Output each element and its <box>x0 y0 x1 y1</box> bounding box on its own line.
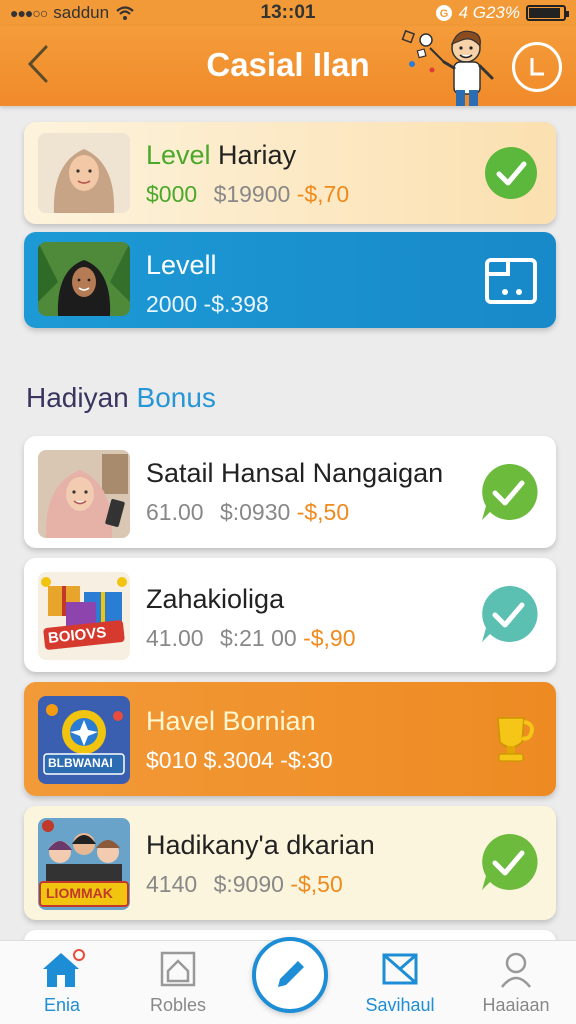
tab-label: Haaiaan <box>482 995 550 1015</box>
content-area: Level Hariay $000 $19900 -$,70 Levell 20… <box>0 106 576 940</box>
clock-icon <box>530 58 544 76</box>
card-title-name: Hariay <box>210 140 297 170</box>
price-c: -$,50 <box>296 499 350 525</box>
check-icon[interactable] <box>484 146 538 200</box>
home-icon <box>43 949 85 987</box>
wallet-icon[interactable] <box>484 254 538 308</box>
tab-icon <box>350 949 450 989</box>
woman-hijab-photo <box>38 133 130 213</box>
tab-icon <box>128 949 228 989</box>
trophy-icon[interactable] <box>484 712 538 766</box>
tab-haaiaan[interactable]: Haaiaan <box>466 949 566 1016</box>
card-prices: 41.00 $:21 00 -$,90 <box>146 625 356 652</box>
check-icon[interactable] <box>478 832 538 892</box>
price-b: $:0930 <box>219 499 291 525</box>
card-text: Havel Bornian $010 $.3004 -$:30 <box>146 706 333 774</box>
reward-badge-image <box>38 696 130 784</box>
price-a: 4140 <box>146 871 198 897</box>
price-a: 41.00 <box>146 625 204 651</box>
card-prices: 4140 $:9090 -$,50 <box>146 871 375 898</box>
section-heading: Hadiyan Bonus <box>26 382 216 414</box>
tab-icon <box>12 949 112 989</box>
bonus-card-2[interactable]: BOIOVS Zahakioliga 41.00 $:21 00 -$,90 <box>24 558 556 672</box>
bonus-card-3[interactable]: BLBWANAI Havel Bornian $010 $.3004 -$:30 <box>24 682 556 796</box>
level-card-1[interactable]: Level Hariay $000 $19900 -$,70 <box>24 122 556 224</box>
tab-label: Savihaul <box>365 995 435 1015</box>
app-header: Casial Ilan <box>0 26 576 106</box>
price-c: -$,70 <box>296 181 350 207</box>
card-text: Hadikany'a dkarian 4140 $:9090 -$,50 <box>146 830 375 898</box>
card-text: Levell 2000 -$.398 <box>146 250 269 318</box>
tab-home[interactable]: Enia <box>12 949 112 1016</box>
price-b: $:21 00 <box>219 625 297 651</box>
check-icon[interactable] <box>478 462 538 522</box>
gift-boxes-image <box>38 572 130 660</box>
tab-savihaul[interactable]: Savihaul <box>350 949 450 1016</box>
mascot-illustration <box>401 29 494 106</box>
edit-fab-button[interactable] <box>252 937 328 1013</box>
battery-icon <box>526 5 569 21</box>
card-title: Hadikany'a dkarian <box>146 830 375 860</box>
woman-phone-photo <box>38 450 130 538</box>
status-right-text: 4 G23% <box>458 3 520 22</box>
card-text: Zahakioliga 41.00 $:21 00 -$,90 <box>146 584 356 652</box>
person-icon <box>501 952 531 988</box>
status-bar: ●●●○○ saddun 13::01 G 4 G23% <box>0 0 576 26</box>
card-thumbnail: BLBWANAI <box>38 696 130 784</box>
battery-level <box>529 8 561 18</box>
status-left: ●●●○○ saddun <box>10 3 210 23</box>
card-prices: 61.00 $:0930 -$,50 <box>146 499 443 526</box>
woman-garden-photo <box>38 242 130 316</box>
card-title: Levell <box>146 250 217 280</box>
price-a: $000 <box>146 181 198 207</box>
card-prices: $010 $.3004 -$:30 <box>146 747 333 773</box>
carrier-label: saddun <box>53 3 110 22</box>
bonus-card-4[interactable]: LIOMMAK Hadikany'a dkarian 4140 $:9090 -… <box>24 806 556 920</box>
tab-robles[interactable]: Robles <box>128 949 228 1016</box>
level-card-2[interactable]: Levell 2000 -$.398 <box>24 232 556 328</box>
price-c: -$,90 <box>303 625 356 651</box>
card-thumbnail: LIOMMAK <box>38 818 130 910</box>
card-thumbnail: BOIOVS <box>38 572 130 660</box>
thumb-label: BLBWANAI <box>48 756 113 770</box>
card-prices: $000 $19900 -$,70 <box>146 181 349 208</box>
tab-icon <box>466 949 566 989</box>
card-title: Zahakioliga <box>146 584 285 614</box>
card-title: Havel Bornian <box>146 706 316 736</box>
card-text: Satail Hansal Nangaigan 61.00 $:0930 -$,… <box>146 458 443 526</box>
price-b: $:9090 <box>213 871 284 897</box>
status-right: G 4 G23% <box>366 3 569 23</box>
price-b: $19900 <box>213 181 291 207</box>
section-heading-a: Hadiyan <box>26 382 129 413</box>
signal-dots-icon: ●●●○○ <box>10 5 48 21</box>
card-thumbnail <box>38 133 130 213</box>
price-a: 61.00 <box>146 499 204 525</box>
card-prices: 2000 -$.398 <box>146 291 269 317</box>
check-icon[interactable] <box>478 584 538 644</box>
card-title: Satail Hansal Nangaigan <box>146 458 444 488</box>
g-logo-icon: G <box>435 5 452 21</box>
svg-text:G: G <box>439 8 448 20</box>
card-title: Level Hariay <box>146 140 349 171</box>
bottom-tab-bar: Enia Robles Savihaul Haaiaan <box>0 937 576 1024</box>
price-c: -$,50 <box>290 871 343 897</box>
status-time: 13::01 <box>260 2 316 23</box>
card-thumbnail <box>38 450 130 538</box>
profile-button[interactable] <box>512 42 562 92</box>
bonus-card-1[interactable]: Satail Hansal Nangaigan 61.00 $:0930 -$,… <box>24 436 556 548</box>
house-outline-icon <box>160 951 196 987</box>
section-heading-b: Bonus <box>128 382 216 413</box>
envelope-icon <box>382 953 418 985</box>
tab-label: Robles <box>149 995 207 1015</box>
card-text: Level Hariay $000 $19900 -$,70 <box>146 140 349 208</box>
card-title-level: Level <box>146 140 211 170</box>
thumb-label: LIOMMAK <box>46 885 113 901</box>
wifi-icon <box>116 6 134 20</box>
card-thumbnail <box>38 242 130 316</box>
pencil-icon <box>278 961 304 987</box>
tab-label: Enia <box>43 995 81 1015</box>
